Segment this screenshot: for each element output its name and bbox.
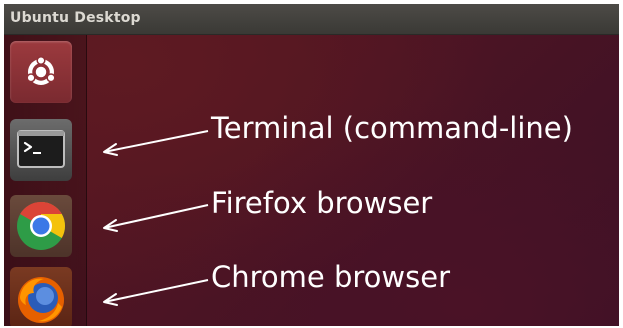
annotation-firefox: Firefox browser <box>100 182 520 242</box>
ubuntu-dash-icon <box>26 55 56 85</box>
annotation-label-firefox: Firefox browser <box>211 186 433 220</box>
window-title: Ubuntu Desktop <box>10 10 141 26</box>
launcher <box>4 35 87 326</box>
firefox-icon <box>18 277 64 323</box>
terminal-icon <box>17 130 65 168</box>
annotation-chrome: Chrome browser <box>100 256 520 316</box>
arrow-icon <box>103 204 209 232</box>
launcher-item-firefox[interactable] <box>10 267 72 326</box>
arrow-icon <box>103 130 209 156</box>
annotation-label-terminal: Terminal (command-line) <box>211 111 573 145</box>
launcher-item-dash[interactable] <box>10 41 72 103</box>
top-panel: Ubuntu Desktop <box>4 4 619 35</box>
arrow-icon <box>103 279 209 306</box>
ubuntu-desktop: Ubuntu Desktop Terminal (command-line) F… <box>4 4 619 326</box>
annotation-terminal: Terminal (command-line) <box>100 100 619 160</box>
launcher-item-chrome[interactable] <box>10 195 72 257</box>
annotation-label-chrome: Chrome browser <box>211 260 450 294</box>
chrome-icon <box>17 201 66 250</box>
launcher-item-terminal[interactable] <box>10 119 72 181</box>
